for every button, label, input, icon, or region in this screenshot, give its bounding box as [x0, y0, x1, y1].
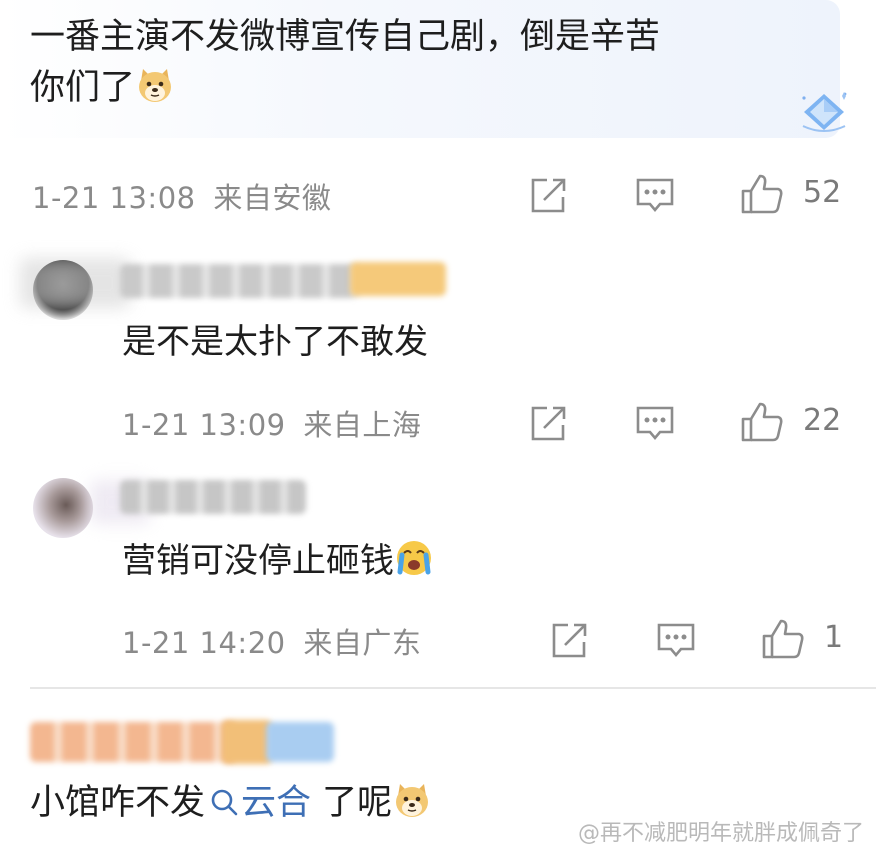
- thumb-up-icon[interactable]: [761, 617, 804, 659]
- reply-text: 营销可没停止砸钱: [122, 538, 434, 583]
- doge-emoji-icon: [135, 65, 175, 105]
- comment-icon[interactable]: [655, 620, 697, 662]
- timestamp: 1-21 14:20: [122, 626, 286, 660]
- like-count: 1: [824, 620, 844, 655]
- doge-emoji-icon: [392, 780, 432, 820]
- location: 来自广东: [303, 626, 422, 660]
- watermark: @再不减肥明年就胖成佩奇了: [577, 821, 864, 846]
- topic-link[interactable]: 云合: [205, 783, 311, 823]
- blurred-username[interactable]: [120, 480, 306, 514]
- comment-text-before: 小馆咋不发: [30, 783, 206, 823]
- topic-label: 云合: [241, 783, 312, 823]
- timestamp: 1-21 13:09: [122, 408, 286, 442]
- blurred-username[interactable]: [120, 264, 360, 298]
- timestamp: 1-21 13:08: [32, 181, 196, 215]
- location: 来自安徽: [213, 181, 332, 215]
- location: 来自上海: [303, 408, 422, 442]
- thumb-up-icon[interactable]: [740, 400, 783, 442]
- blurred-badge: [266, 722, 334, 762]
- reply-text: 是不是太扑了不敢发: [122, 322, 428, 362]
- divider: [30, 687, 876, 689]
- comment-text-after: 了呢: [311, 783, 393, 823]
- diamond-badge-icon: [798, 90, 850, 134]
- reply-text-content: 营销可没停止砸钱: [122, 541, 394, 581]
- like-count: 52: [803, 175, 842, 210]
- comment-icon[interactable]: [634, 403, 676, 445]
- blurred-region: [20, 258, 130, 308]
- blurred-username[interactable]: [30, 722, 236, 762]
- blurred-badge: [222, 720, 272, 764]
- search-icon: [209, 784, 239, 816]
- top-comment-meta: 1-21 13:08 来自安徽: [32, 175, 331, 217]
- blurred-badge: [350, 262, 446, 296]
- crying-emoji-icon: [394, 538, 434, 578]
- thumb-up-icon[interactable]: [740, 172, 783, 214]
- reply-meta: 1-21 14:20 来自广东: [122, 620, 421, 662]
- top-comment-line2: 你们了: [30, 68, 136, 108]
- repost-icon[interactable]: [548, 620, 590, 662]
- bottom-comment-text: 小馆咋不发 云合 了呢: [30, 780, 432, 825]
- comment-icon[interactable]: [634, 175, 676, 217]
- repost-icon[interactable]: [527, 175, 569, 217]
- top-comment-line1: 一番主演不发微博宣传自己剧，倒是辛苦: [30, 17, 661, 57]
- repost-icon[interactable]: [527, 403, 569, 445]
- top-comment-text: 一番主演不发微博宣传自己剧，倒是辛苦 你们了: [30, 12, 820, 114]
- avatar[interactable]: [33, 478, 93, 538]
- like-count: 22: [803, 403, 842, 438]
- reply-meta: 1-21 13:09 来自上海: [122, 402, 421, 444]
